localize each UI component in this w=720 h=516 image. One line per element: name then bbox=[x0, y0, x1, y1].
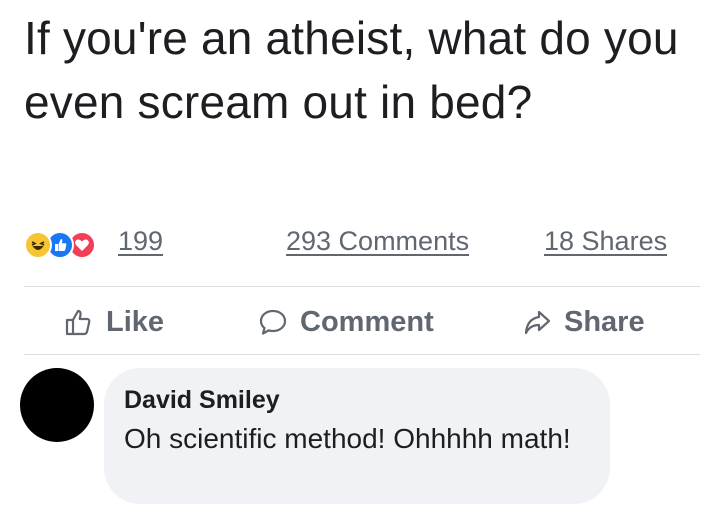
like-label: Like bbox=[106, 305, 165, 338]
comment-text: Oh scientific method! Ohhhhh math! bbox=[124, 423, 571, 454]
divider-top bbox=[24, 286, 700, 287]
divider-bottom bbox=[24, 354, 700, 355]
comment-button[interactable]: Comment bbox=[258, 290, 434, 354]
comment-author[interactable]: David Smiley bbox=[124, 384, 590, 416]
reactions-count[interactable]: 199 bbox=[118, 226, 163, 257]
post-stats: 199 293 Comments 18 Shares bbox=[24, 226, 700, 266]
reaction-icons[interactable] bbox=[24, 231, 120, 259]
avatar[interactable] bbox=[20, 368, 94, 442]
comment-label: Comment bbox=[300, 305, 434, 338]
comment-bubble-icon bbox=[259, 309, 287, 335]
action-bar: Like Comment Share bbox=[24, 290, 700, 354]
comment-bubble: David Smiley Oh scientific method! Ohhhh… bbox=[104, 368, 610, 504]
shares-count-link[interactable]: 18 Shares bbox=[544, 226, 667, 257]
share-label: Share bbox=[564, 305, 645, 338]
comments-count-link[interactable]: 293 Comments bbox=[286, 226, 469, 257]
like-button[interactable]: Like bbox=[64, 290, 164, 354]
post-text: If you're an atheist, what do you even s… bbox=[24, 12, 679, 128]
thumbs-up-icon bbox=[65, 309, 91, 336]
share-arrow-icon bbox=[524, 310, 551, 335]
haha-reaction-icon bbox=[24, 231, 52, 259]
share-button[interactable]: Share bbox=[522, 290, 645, 354]
